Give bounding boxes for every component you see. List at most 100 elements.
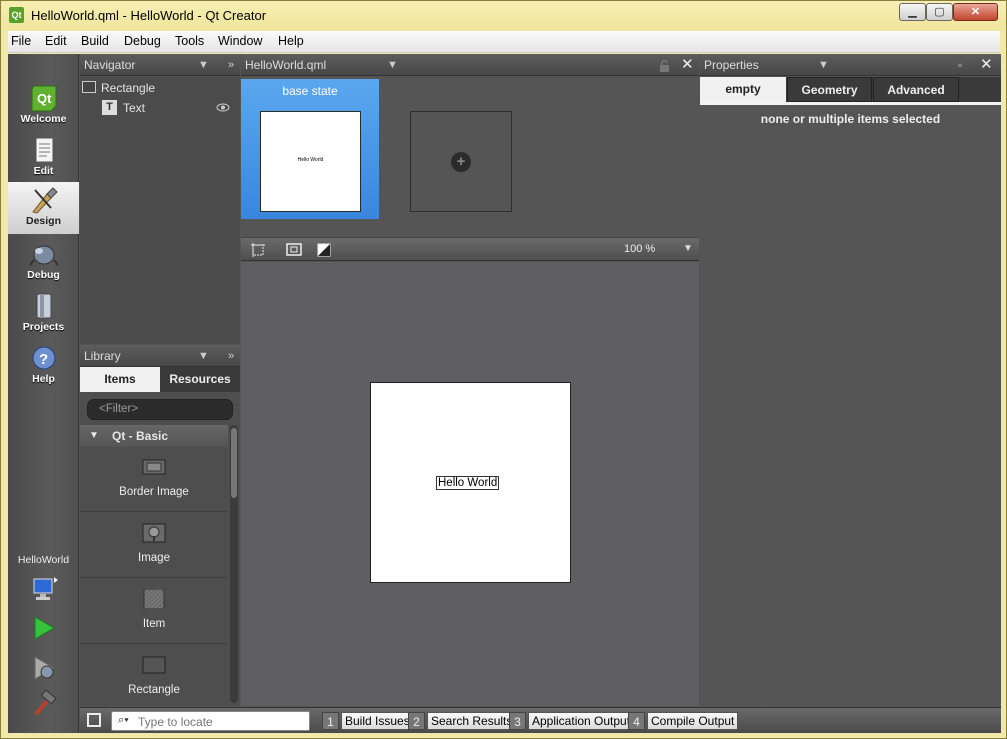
chevron-down-icon: ▼ bbox=[89, 430, 99, 441]
mode-help-label: Help bbox=[32, 373, 55, 385]
tab-resources[interactable]: Resources bbox=[160, 367, 240, 392]
text-icon: T bbox=[102, 100, 117, 115]
navigator-header: Navigator ▼ » bbox=[80, 54, 240, 76]
svg-text:Qt: Qt bbox=[37, 91, 52, 106]
library-filter-input[interactable]: <Filter> bbox=[87, 399, 233, 420]
rectangle-icon bbox=[142, 656, 166, 674]
mode-edit[interactable]: Edit bbox=[8, 132, 79, 184]
document-icon bbox=[35, 137, 53, 163]
design-canvas[interactable]: Hello World bbox=[241, 262, 699, 706]
float-icon[interactable]: ▫ bbox=[958, 54, 962, 76]
eye-icon[interactable] bbox=[216, 103, 230, 112]
library-scrollbar-thumb[interactable] bbox=[231, 428, 237, 498]
main-area: Qt Welcome Edit Design Debug Projects ? … bbox=[8, 54, 1001, 733]
show-bounding-rect-icon[interactable] bbox=[285, 241, 303, 259]
library-dropdown-icon[interactable]: ▼ bbox=[198, 345, 209, 367]
library-item-item[interactable]: Item bbox=[80, 579, 228, 644]
library-split-icon[interactable]: » bbox=[228, 345, 234, 367]
canvas-text-item[interactable]: Hello World bbox=[436, 476, 500, 490]
add-state-button[interactable]: + bbox=[410, 111, 512, 212]
zoom-dropdown-icon[interactable]: ▼ bbox=[683, 243, 693, 254]
navigator-split-icon[interactable]: » bbox=[228, 54, 234, 76]
properties-title: Properties bbox=[704, 58, 759, 72]
border-image-icon bbox=[142, 459, 166, 475]
menu-help[interactable]: Help bbox=[278, 34, 304, 48]
window-frame: Qt HelloWorld.qml - HelloWorld - Qt Crea… bbox=[0, 0, 1007, 739]
plus-icon: + bbox=[451, 152, 471, 172]
library-category-label: Qt - Basic bbox=[112, 429, 169, 443]
library-item-rectangle[interactable]: Rectangle bbox=[80, 645, 228, 706]
mode-bar: Qt Welcome Edit Design Debug Projects ? … bbox=[8, 54, 79, 733]
library-title: Library bbox=[84, 349, 121, 363]
navigator-dropdown-icon[interactable]: ▼ bbox=[198, 54, 209, 76]
file-name[interactable]: HelloWorld.qml bbox=[245, 54, 326, 76]
mode-projects[interactable]: Projects bbox=[8, 288, 79, 340]
monitor-icon[interactable] bbox=[30, 576, 58, 602]
image-icon bbox=[142, 523, 166, 543]
mode-design[interactable]: Design bbox=[8, 182, 79, 234]
title-bar[interactable]: Qt HelloWorld.qml - HelloWorld - Qt Crea… bbox=[1, 1, 1006, 30]
pane-number: 4 bbox=[628, 712, 645, 730]
svg-text:?: ? bbox=[39, 351, 48, 368]
library-item-border-image[interactable]: Border Image bbox=[80, 447, 228, 512]
close-icon[interactable]: ✕ bbox=[980, 54, 993, 76]
tab-geometry[interactable]: Geometry bbox=[787, 77, 872, 102]
menu-debug[interactable]: Debug bbox=[124, 34, 161, 48]
sidebar-toggle-icon[interactable] bbox=[87, 713, 101, 727]
menu-edit[interactable]: Edit bbox=[45, 34, 67, 48]
library-tabs: Items Resources bbox=[80, 367, 240, 392]
form-editor-toolbar: 100 % ▼ bbox=[241, 237, 699, 261]
mode-welcome-label: Welcome bbox=[20, 113, 67, 125]
maximize-button[interactable]: ▢ bbox=[926, 3, 953, 21]
mode-debug-label: Debug bbox=[27, 269, 60, 281]
build-hammer-icon[interactable] bbox=[30, 690, 58, 716]
properties-body: none or multiple items selected bbox=[700, 102, 1001, 706]
base-state-card[interactable]: base state Hello World bbox=[241, 79, 379, 219]
menu-window[interactable]: Window bbox=[218, 34, 262, 48]
zoom-level[interactable]: 100 % bbox=[624, 243, 655, 255]
pane-label: Compile Output bbox=[647, 712, 739, 730]
mode-welcome[interactable]: Qt Welcome bbox=[8, 80, 79, 132]
tab-advanced[interactable]: Advanced bbox=[873, 77, 959, 102]
menu-build[interactable]: Build bbox=[81, 34, 109, 48]
close-icon[interactable]: ✕ bbox=[681, 54, 694, 76]
library-header: Library ▼ » bbox=[80, 345, 240, 367]
qt-creator-icon: Qt bbox=[9, 7, 24, 23]
window-title: HelloWorld.qml - HelloWorld - Qt Creator bbox=[31, 8, 267, 23]
pane-number: 1 bbox=[322, 712, 339, 730]
library-list: <Filter> ▼ Qt - Basic Border Image Image bbox=[80, 392, 240, 706]
tree-row-text[interactable]: T Text bbox=[80, 98, 240, 118]
close-button[interactable]: ✕ bbox=[953, 3, 998, 21]
states-editor: base state Hello World + bbox=[241, 77, 699, 237]
library-item-label: Image bbox=[138, 552, 170, 564]
tab-underline bbox=[700, 102, 1001, 105]
mode-debug[interactable]: Debug bbox=[8, 236, 79, 288]
properties-dropdown-icon[interactable]: ▼ bbox=[818, 54, 829, 76]
tree-row-label: Rectangle bbox=[101, 81, 156, 95]
tree-row-rectangle[interactable]: Rectangle bbox=[80, 78, 240, 98]
menu-file[interactable]: File bbox=[11, 34, 31, 48]
tab-items[interactable]: Items bbox=[80, 367, 160, 392]
tab-empty[interactable]: empty bbox=[700, 77, 786, 102]
mode-help[interactable]: ? Help bbox=[8, 340, 79, 392]
minimize-button[interactable]: ▁ bbox=[899, 3, 926, 21]
lock-icon[interactable] bbox=[659, 60, 670, 72]
pane-label: Build Issues bbox=[341, 712, 414, 730]
canvas-rectangle[interactable]: Hello World bbox=[370, 382, 571, 583]
canvas-color-icon[interactable] bbox=[315, 241, 333, 259]
navigator-tree: Rectangle T Text bbox=[80, 77, 240, 344]
library-item-label: Rectangle bbox=[128, 684, 180, 696]
menu-tools[interactable]: Tools bbox=[175, 34, 204, 48]
library-item-image[interactable]: Image bbox=[80, 513, 228, 578]
locator-input[interactable]: ⌕▾ Type to locate bbox=[111, 711, 310, 731]
library-item-label: Item bbox=[142, 618, 166, 630]
pane-number: 2 bbox=[408, 712, 425, 730]
file-dropdown-icon[interactable]: ▼ bbox=[387, 54, 398, 76]
library-item-label: Border Image bbox=[119, 486, 189, 498]
status-bar: ⌕▾ Type to locate 1 Build Issues 2 Searc… bbox=[80, 707, 1001, 733]
snap-to-grid-icon[interactable] bbox=[249, 241, 267, 259]
project-selector-label[interactable]: HelloWorld bbox=[8, 554, 79, 566]
run-icon[interactable] bbox=[30, 615, 58, 641]
library-category-header[interactable]: ▼ Qt - Basic bbox=[80, 425, 228, 447]
debug-run-icon[interactable] bbox=[30, 655, 58, 681]
